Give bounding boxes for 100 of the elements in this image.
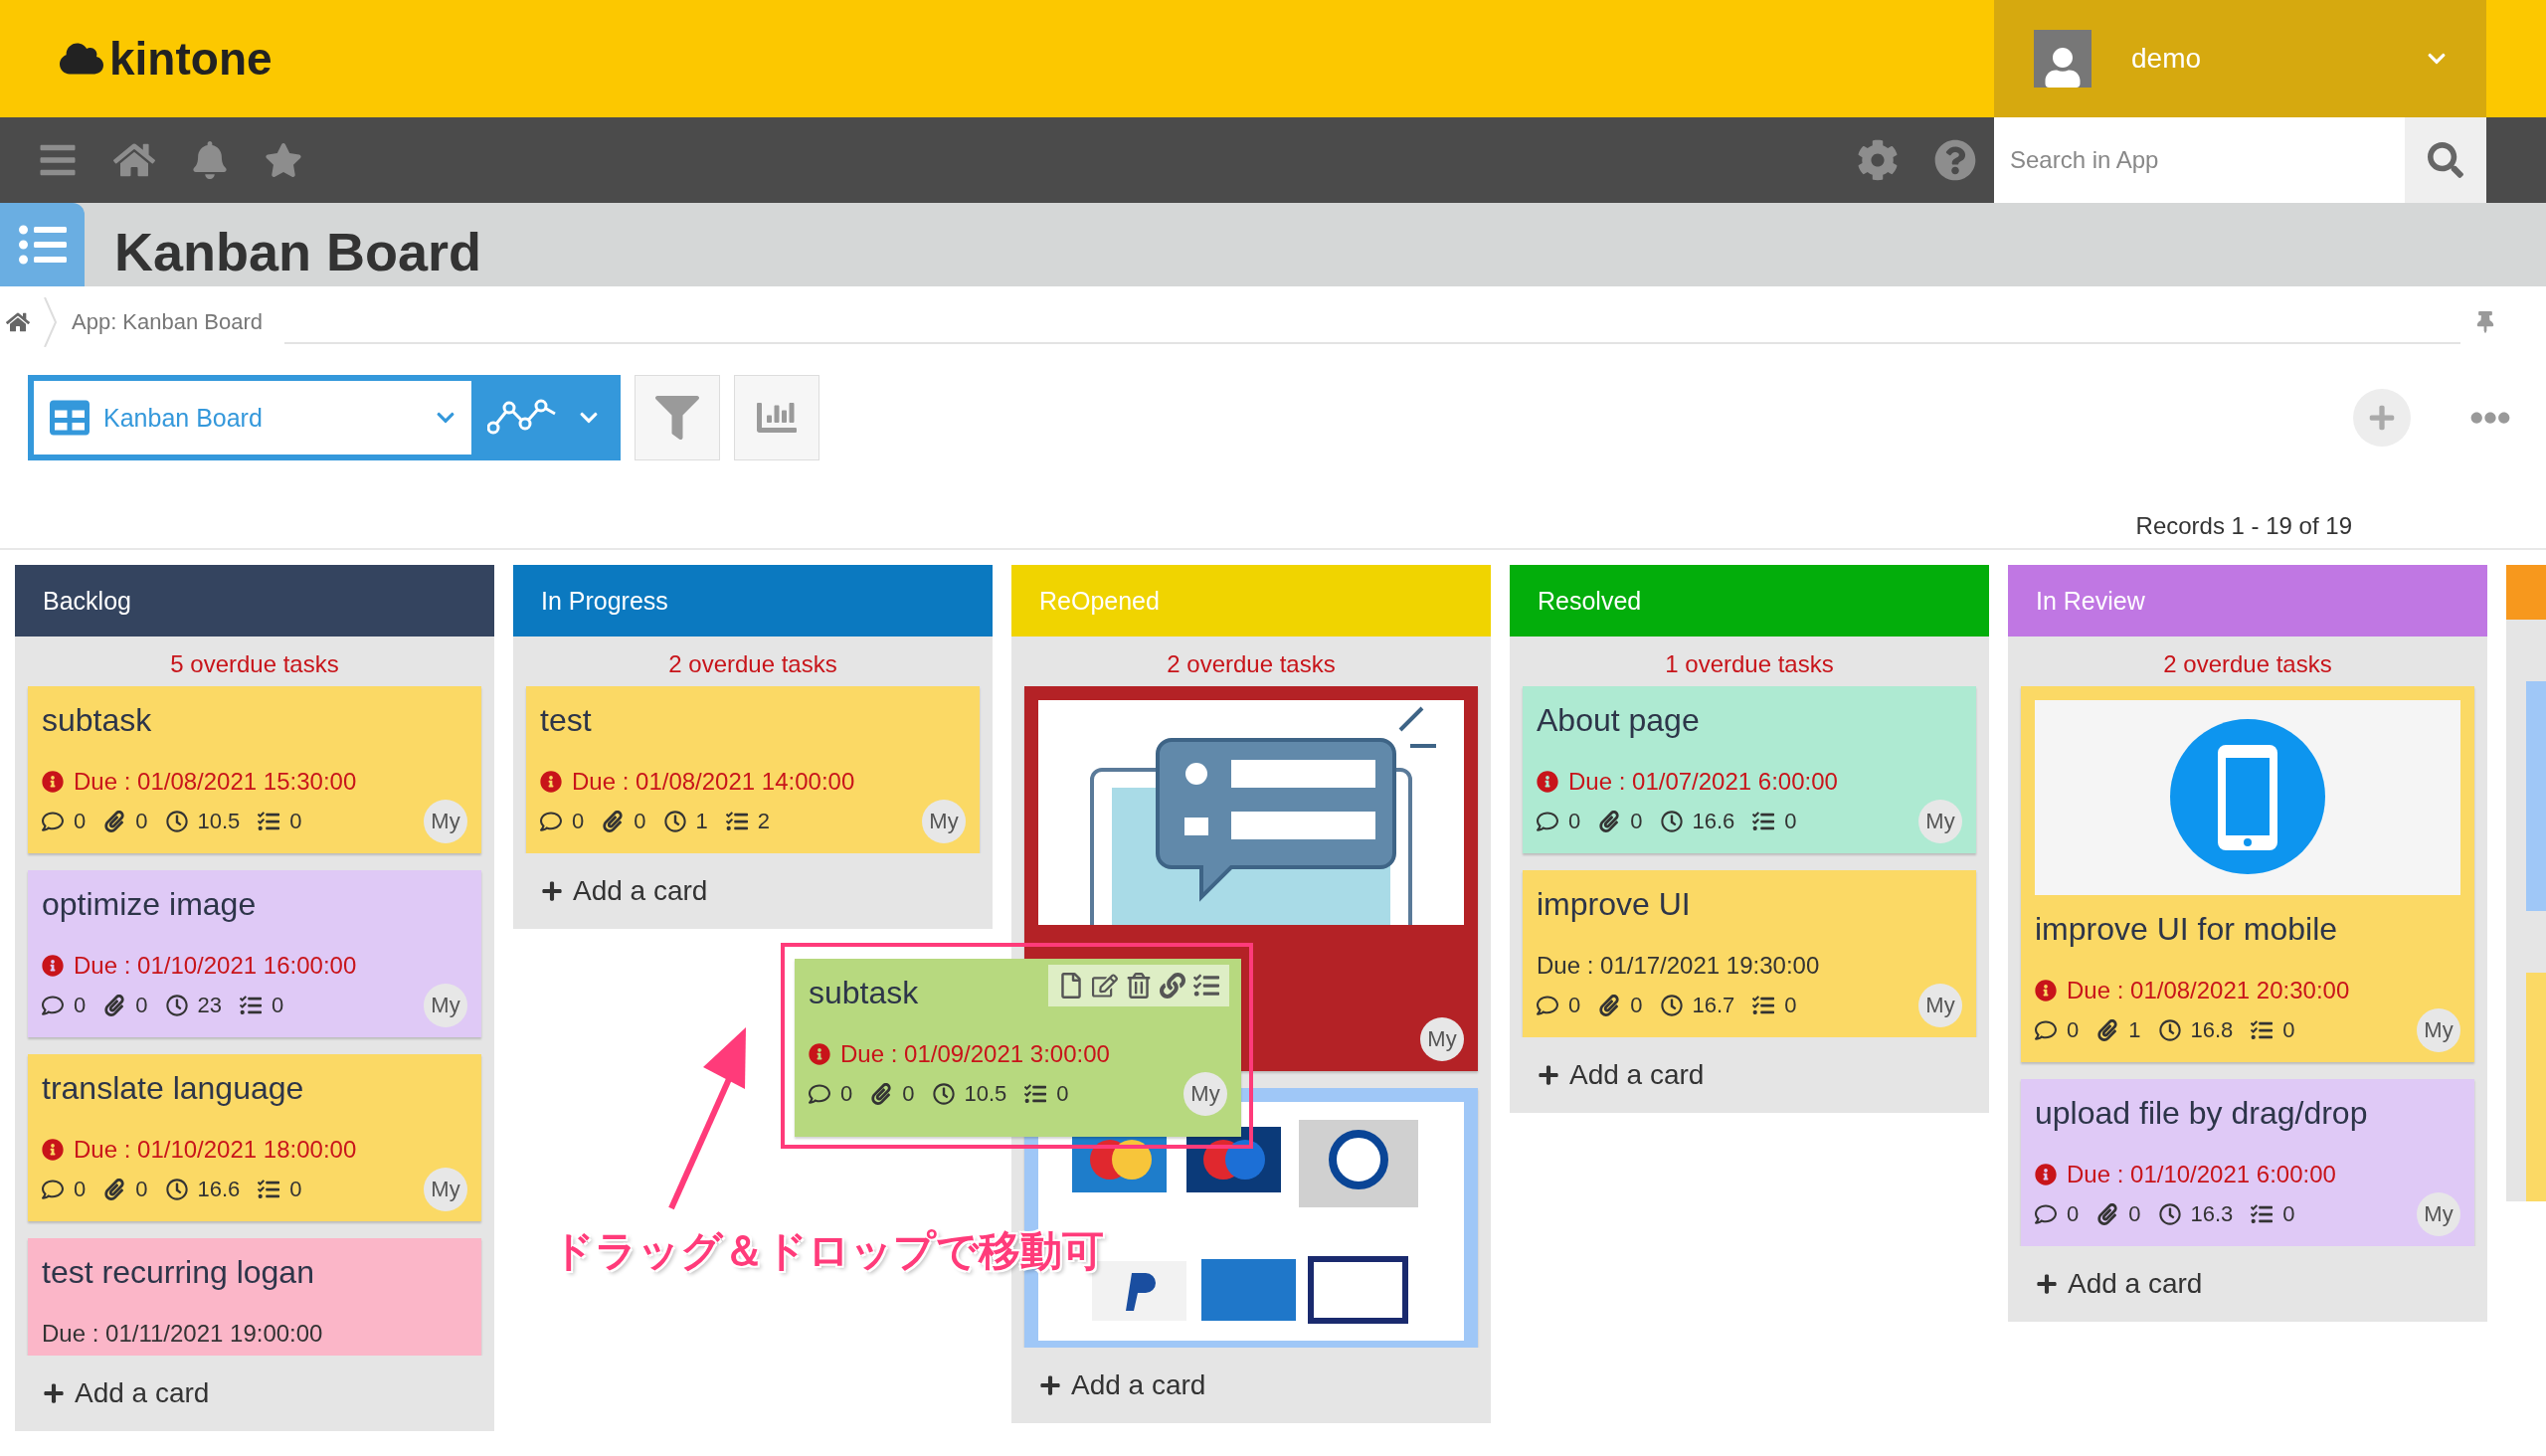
link-icon[interactable] — [1160, 973, 1185, 999]
card-title: subtask — [809, 974, 919, 1012]
card-title: translate language — [42, 1069, 304, 1108]
annotation-text: ドラッグ＆ドロップで移動可 — [552, 1225, 1104, 1277]
person-icon — [2043, 48, 2083, 88]
add-card-button[interactable]: Add a card — [15, 1356, 494, 1431]
user-avatar[interactable]: My — [1918, 800, 1962, 843]
user-avatar[interactable]: My — [1918, 984, 1962, 1027]
alert-icon — [42, 771, 64, 793]
checklist-icon[interactable] — [1193, 973, 1219, 999]
dragged-card-popup[interactable]: subtask Due : 01/09/2021 3:00:00 0 0 10.5 0 My — [795, 959, 1241, 1137]
attachment-count: 0 — [2128, 1201, 2141, 1227]
card-title: test recurring logan — [42, 1253, 314, 1292]
add-card-button[interactable]: Add a card — [2008, 1246, 2487, 1322]
table-icon — [50, 398, 90, 438]
breadcrumb-link[interactable]: App: Kanban Board — [72, 309, 272, 335]
search-icon — [2428, 142, 2463, 178]
clock-icon — [165, 995, 188, 1016]
checklist-icon — [1752, 995, 1775, 1016]
attachment-count: 0 — [634, 809, 646, 834]
card-title: upload file by drag/drop — [2035, 1094, 2368, 1133]
overdue-count: 5 overdue tasks — [169, 649, 340, 679]
user-avatar[interactable]: My — [424, 1168, 467, 1211]
plus-icon — [541, 880, 563, 902]
task-card[interactable]: test recurring logan Due : 01/11/2021 19:00:00 — [28, 1238, 481, 1356]
task-card[interactable]: optimize image Due : 01/10/2021 16:00:00 0 0 23 0 My — [28, 870, 481, 1037]
filter-button[interactable] — [635, 375, 720, 460]
clock-icon — [663, 811, 686, 832]
logo: kintone — [109, 32, 273, 86]
add-card-button[interactable]: Add a card — [1510, 1037, 1989, 1113]
subtask-count: 0 — [2282, 1201, 2295, 1227]
list-icon — [0, 203, 85, 286]
hours-value: 16.3 — [2190, 1201, 2234, 1227]
due-date: Due : 01/10/2021 6:00:00 — [2067, 1160, 2336, 1189]
plus-icon — [2036, 1273, 2058, 1295]
clock-icon — [165, 811, 188, 832]
add-card-button[interactable]: Add a card — [1011, 1348, 1491, 1423]
checklist-icon — [1024, 1083, 1047, 1105]
pin-icon[interactable] — [2474, 311, 2496, 333]
home-icon[interactable] — [6, 310, 30, 334]
checklist-icon — [258, 811, 280, 832]
task-card[interactable]: test Due : 01/08/2021 14:00:00 0 0 1 2 My — [526, 686, 980, 853]
user-avatar[interactable]: My — [424, 984, 467, 1027]
task-card[interactable]: upload file by drag/drop Due : 01/10/2021 6:00:00 0 0 16.3 0 My — [2021, 1079, 2474, 1246]
hours-value: 16.8 — [2190, 1017, 2234, 1043]
comment-count: 0 — [74, 993, 87, 1018]
due-date: Due : 01/10/2021 18:00:00 — [74, 1135, 357, 1165]
app-title: Kanban Board — [114, 221, 482, 283]
attachment-count: 0 — [135, 993, 148, 1018]
comment-icon — [809, 1083, 830, 1105]
search-button[interactable] — [2405, 117, 2486, 203]
user-avatar[interactable]: My — [922, 800, 966, 843]
clock-icon — [932, 1083, 955, 1105]
attachment-count: 0 — [135, 1177, 148, 1202]
paperclip-icon — [103, 995, 126, 1016]
comment-count: 0 — [572, 809, 585, 834]
attachment-count: 1 — [2128, 1017, 2141, 1043]
checklist-icon — [2251, 1203, 2273, 1225]
clock-icon — [1660, 995, 1683, 1016]
hours-value: 10.5 — [964, 1081, 1007, 1107]
add-card-button[interactable]: Add a card — [513, 853, 993, 929]
task-card[interactable]: subtask Due : 01/08/2021 15:30:00 0 0 10.5 0 My — [28, 686, 481, 853]
chart-button[interactable] — [734, 375, 819, 460]
paperclip-icon — [2096, 1203, 2119, 1225]
trash-icon[interactable] — [1126, 973, 1152, 999]
due-date: Due : 01/10/2021 16:00:00 — [74, 951, 357, 981]
due-date: Due : 01/08/2021 15:30:00 — [74, 767, 357, 797]
user-avatar[interactable]: My — [2417, 1192, 2460, 1236]
plus-icon — [2368, 404, 2396, 432]
paperclip-icon — [2096, 1019, 2119, 1041]
user-avatar[interactable]: My — [424, 800, 467, 843]
card-title: subtask — [42, 701, 152, 740]
alert-icon — [2035, 1164, 2057, 1185]
alert-icon — [42, 1139, 64, 1161]
task-card[interactable]: improve UI Due : 01/17/2021 19:30:00 0 0 16.7 0 My — [1523, 870, 1976, 1037]
task-card[interactable]: translate language Due : 01/10/2021 18:00:00 0 0 16.6 0 My — [28, 1054, 481, 1221]
attachment-count: 0 — [902, 1081, 915, 1107]
paperclip-icon — [1598, 995, 1621, 1016]
user-avatar[interactable]: My — [1183, 1072, 1227, 1116]
hours-value: 1 — [695, 809, 708, 834]
overdue-count: 2 overdue tasks — [1166, 649, 1337, 679]
chevron-icon — [44, 297, 58, 347]
user-avatar[interactable]: My — [1420, 1017, 1464, 1061]
task-card[interactable]: improve UI for mobile Due : 01/08/2021 20:30:00 0 1 16.8 0 My — [2021, 686, 2474, 1062]
paperclip-icon — [103, 811, 126, 832]
user-avatar[interactable]: My — [2417, 1008, 2460, 1052]
task-card[interactable]: About page Due : 01/07/2021 6:00:00 0 0 16.6 0 My — [1523, 686, 1976, 853]
attachment-count: 0 — [1630, 993, 1643, 1018]
comment-icon — [42, 1179, 64, 1200]
checklist-icon — [240, 995, 262, 1016]
plus-icon — [1538, 1064, 1559, 1086]
card-title: improve UI — [1537, 885, 1691, 924]
overdue-count: 2 overdue tasks — [2162, 649, 2333, 679]
search-field[interactable]: Search in App — [1994, 117, 2405, 203]
subtask-count: 0 — [289, 809, 302, 834]
card-title: optimize image — [42, 885, 257, 924]
clock-icon — [2158, 1203, 2181, 1225]
card-title: About page — [1537, 701, 1700, 740]
file-icon[interactable] — [1058, 973, 1084, 999]
edit-icon[interactable] — [1092, 973, 1118, 999]
